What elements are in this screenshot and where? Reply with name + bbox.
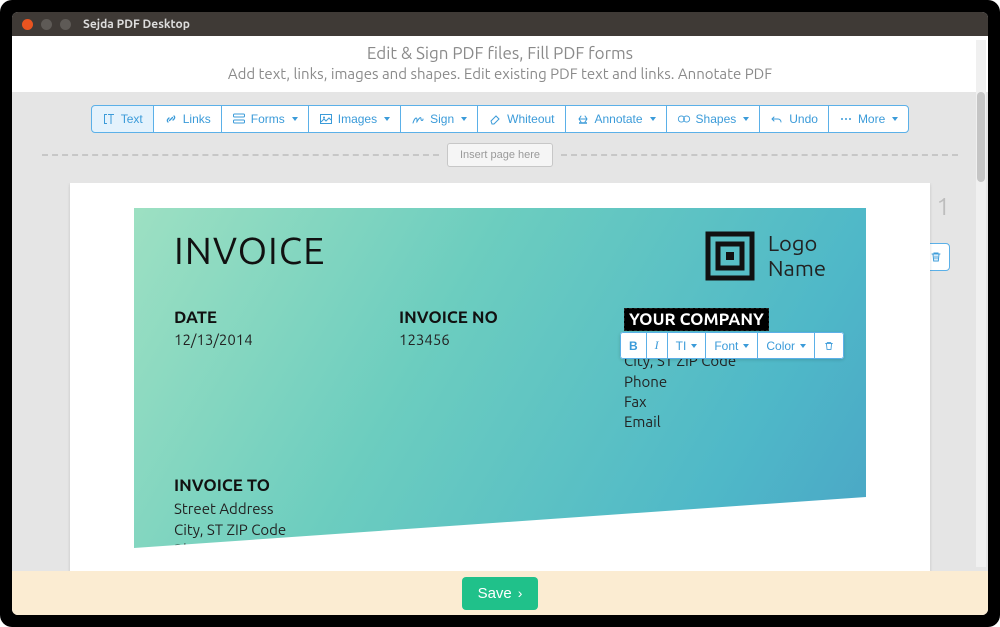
shapes-tool-button[interactable]: Shapes [666,105,761,133]
window-title: Sejda PDF Desktop [83,18,190,31]
window-minimize-button[interactable] [41,19,52,30]
undo-label: Undo [789,112,818,126]
window-titlebar: Sejda PDF Desktop [12,12,988,36]
trash-icon [929,250,943,264]
annotate-tool-label: Annotate [595,112,643,126]
sign-tool-label: Sign [430,112,454,126]
save-bar: Save › [12,571,988,615]
insert-page-button[interactable]: Insert page here [447,143,553,167]
logo-icon [704,230,756,282]
logo-text-line2: Name [768,256,826,281]
invoice-no-label[interactable]: INVOICE NO [399,308,624,327]
invoice-no-value[interactable]: 123456 [399,331,624,348]
chevron-right-icon: › [518,585,523,601]
header-subtitle: Add text, links, images and shapes. Edit… [12,65,988,82]
invoice-header-box: INVOICE Logo Name DATE 12/13/ [134,208,866,548]
caret-icon [800,344,806,348]
company-email[interactable]: Email [624,412,826,432]
date-label[interactable]: DATE [174,308,399,327]
color-label: Color [766,339,795,353]
sign-tool-button[interactable]: Sign [400,105,478,133]
caret-icon [892,117,898,121]
text-size-button[interactable]: TI [667,332,707,359]
company-fax[interactable]: Fax [624,392,826,412]
caret-icon [384,117,390,121]
forms-icon [232,112,246,126]
shapes-tool-label: Shapes [696,112,737,126]
caret-icon [743,344,749,348]
more-button[interactable]: More [828,105,909,133]
images-tool-label: Images [338,112,377,126]
whiteout-tool-button[interactable]: Whiteout [477,105,565,133]
link-icon [164,112,178,126]
annotate-icon [576,112,590,126]
company-phone[interactable]: Phone [624,372,826,392]
undo-icon [770,112,784,126]
italic-button[interactable]: I [646,332,668,359]
forms-tool-label: Forms [251,112,285,126]
image-icon [319,112,333,126]
font-label: Font [714,339,738,353]
eraser-icon [488,112,502,126]
more-icon [839,112,853,126]
save-label: Save [478,585,512,602]
more-label: More [858,112,885,126]
sign-icon [411,112,425,126]
delete-text-button[interactable] [814,332,844,359]
font-button[interactable]: Font [705,332,758,359]
undo-button[interactable]: Undo [759,105,829,133]
text-size-label: TI [676,339,687,353]
header-title: Edit & Sign PDF files, Fill PDF forms [12,44,988,63]
caret-icon [461,117,467,121]
insert-page-row: Insert page here [12,133,988,177]
logo-block[interactable]: Logo Name [704,230,826,282]
document-viewport[interactable]: 1 INVOICE Logo Name [12,183,988,571]
text-format-toolbar: B I TI Font Color [620,332,844,359]
links-tool-button[interactable]: Links [153,105,222,133]
pdf-page[interactable]: INVOICE Logo Name DATE 12/13/ [70,183,930,571]
window-maximize-button[interactable] [60,19,71,30]
divider-line [42,154,439,156]
images-tool-button[interactable]: Images [308,105,401,133]
forms-tool-button[interactable]: Forms [221,105,309,133]
caret-icon [743,117,749,121]
logo-text-line1: Logo [768,231,826,256]
page-number: 1 [936,193,950,220]
vertical-scrollbar[interactable] [976,40,986,567]
links-tool-label: Links [183,112,211,126]
page-header: Edit & Sign PDF files, Fill PDF forms Ad… [12,36,988,93]
save-button[interactable]: Save › [462,577,539,610]
text-icon [102,112,116,126]
caret-icon [292,117,298,121]
to-city[interactable]: City, ST ZIP Code [174,520,826,540]
to-fax[interactable]: Fax [174,560,826,571]
annotate-tool-button[interactable]: Annotate [565,105,667,133]
color-button[interactable]: Color [757,332,815,359]
divider-line [561,154,958,156]
date-value[interactable]: 12/13/2014 [174,331,399,348]
to-phone[interactable]: Phone [174,540,826,560]
bold-button[interactable]: B [620,332,647,359]
text-tool-label: Text [121,112,143,126]
shapes-icon [677,112,691,126]
scroll-thumb[interactable] [977,92,985,182]
window-close-button[interactable] [22,19,33,30]
main-toolbar: Text Links Forms [12,105,988,133]
company-name-selected[interactable]: YOUR COMPANY [624,308,769,331]
text-tool-button[interactable]: Text [91,105,154,133]
whiteout-tool-label: Whiteout [507,112,554,126]
trash-icon [823,340,835,352]
caret-icon [650,117,656,121]
invoice-to-label[interactable]: INVOICE TO [174,476,826,495]
to-street[interactable]: Street Address [174,499,826,519]
caret-icon [691,344,697,348]
